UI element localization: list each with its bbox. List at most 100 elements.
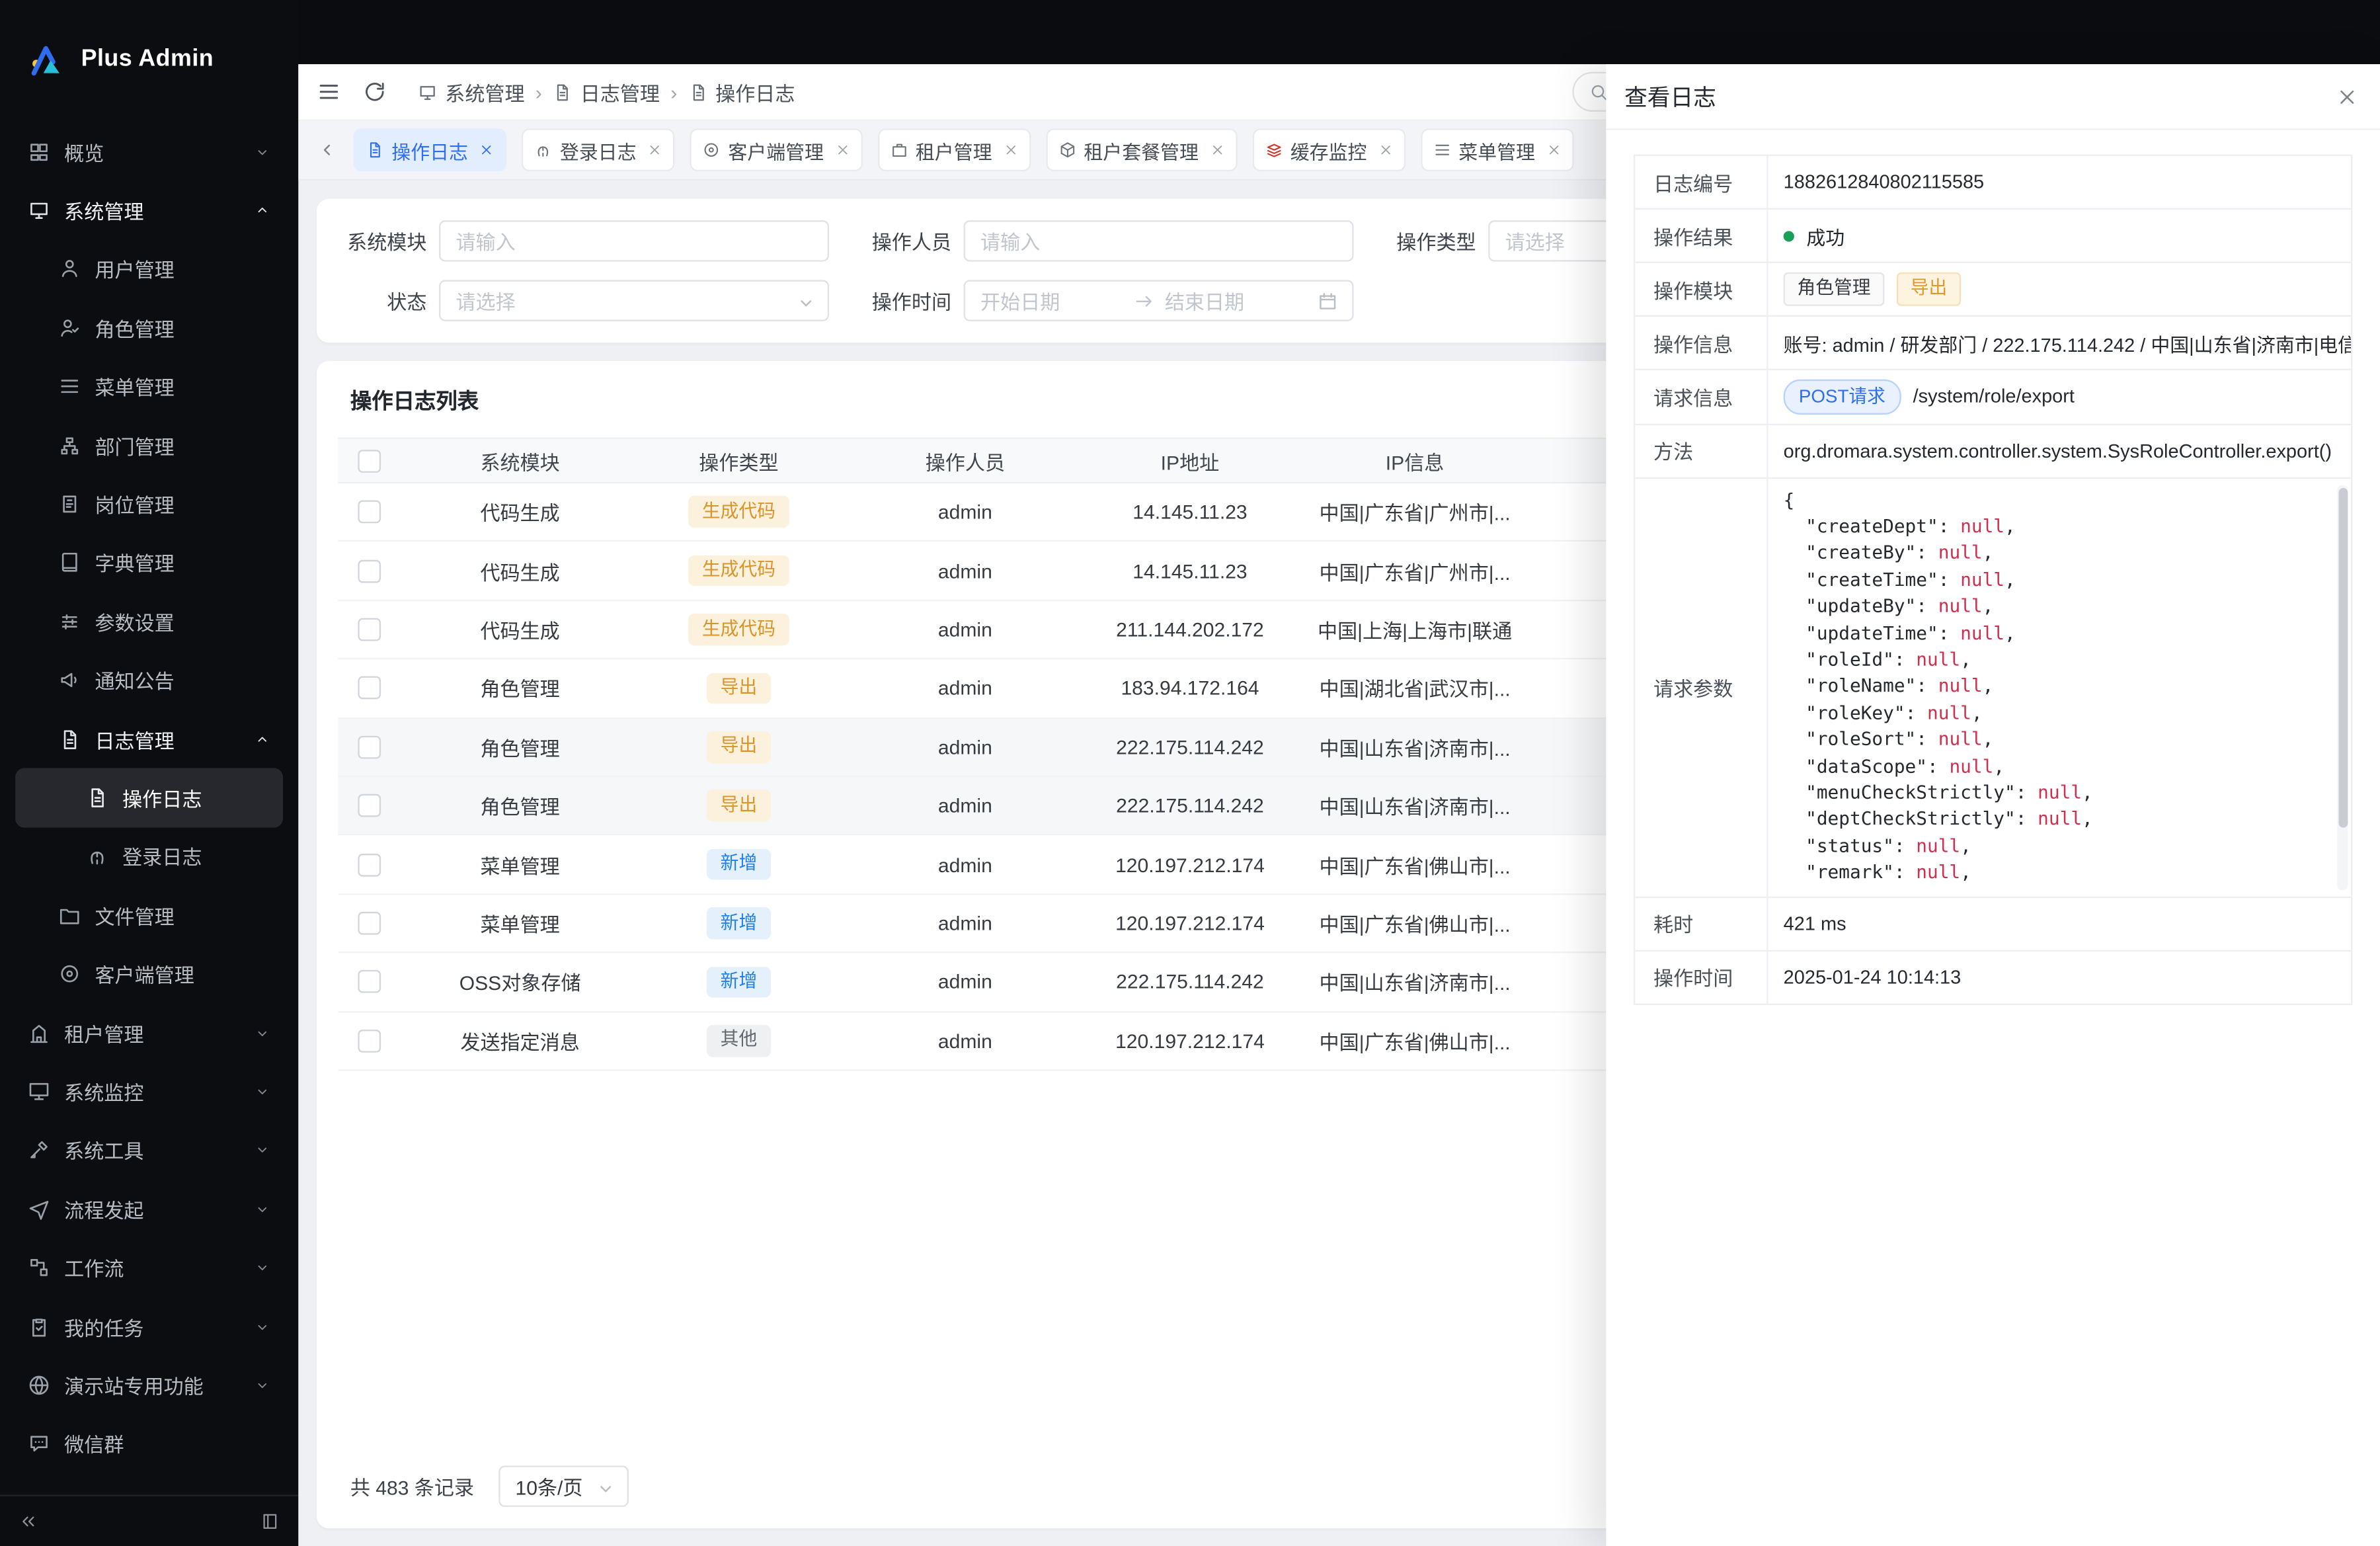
menu-toggle-button[interactable] <box>317 79 341 104</box>
filter-time: 操作时间 开始日期 结束日期 <box>866 280 1354 321</box>
sidebar-item[interactable]: 客户端管理 <box>15 945 283 1004</box>
code-scrollbar[interactable] <box>2337 484 2348 889</box>
cell-operator: admin <box>837 618 1094 641</box>
request-method-tag: POST请求 <box>1784 380 1901 414</box>
row-checkbox[interactable] <box>357 971 380 994</box>
tab-item[interactable]: 缓存监控 <box>1252 128 1405 171</box>
cell-type: 生成代码 <box>641 555 836 587</box>
refresh-button[interactable] <box>362 79 387 104</box>
sidebar-item[interactable]: 参数设置 <box>15 592 283 651</box>
code-scrollbar-thumb[interactable] <box>2338 487 2347 828</box>
code-line: "menuCheckStrictly": null, <box>1784 780 2336 807</box>
detail-row: 日志编号1882612840802115585 <box>1635 156 2351 210</box>
row-checkbox[interactable] <box>357 618 380 641</box>
row-checkbox[interactable] <box>357 676 380 700</box>
sidebar-item[interactable]: 部门管理 <box>15 416 283 475</box>
tab-close-icon[interactable] <box>479 142 494 157</box>
row-checkbox[interactable] <box>357 853 380 876</box>
sidebar-item[interactable]: 登录日志 <box>15 827 283 886</box>
json-key: "roleId" <box>1805 649 1894 670</box>
notice-icon <box>58 669 81 692</box>
tab-active[interactable]: 操作日志 <box>353 128 506 171</box>
collapse-sidebar-button[interactable] <box>19 1511 38 1531</box>
page-size-select[interactable]: 10条/页 <box>498 1465 629 1506</box>
row-checkbox[interactable] <box>357 559 380 583</box>
sidebar-item[interactable]: 菜单管理 <box>15 357 283 416</box>
drawer-close-button[interactable] <box>2336 85 2359 108</box>
sidebar-item-label: 通知公告 <box>95 666 174 695</box>
cell-ip-info: 中国|广东省|佛山市|... <box>1287 850 1544 879</box>
row-checkbox[interactable] <box>357 1029 380 1052</box>
tab-item[interactable]: 登录日志 <box>522 128 674 171</box>
sidebar-item[interactable]: 操作日志 <box>15 768 283 827</box>
sidebar-item[interactable]: 文件管理 <box>15 886 283 945</box>
filter-status-select[interactable]: 请选择 <box>439 280 829 321</box>
sidebar-item[interactable]: 演示站专用功能 <box>15 1356 283 1414</box>
filter-module: 系统模块 请输入 <box>341 220 829 261</box>
breadcrumb-label: 操作日志 <box>715 77 795 106</box>
filter-module-input[interactable]: 请输入 <box>439 220 829 261</box>
json-key: "dataScope" <box>1805 755 1927 776</box>
tab-close-icon[interactable] <box>1003 142 1018 157</box>
chevron-down-icon <box>254 1083 270 1100</box>
sidebar-item[interactable]: 我的任务 <box>15 1297 283 1356</box>
breadcrumb-item[interactable]: 日志管理 <box>553 77 660 106</box>
filter-time-range-input[interactable]: 开始日期 结束日期 <box>964 280 1354 321</box>
module-tag: 导出 <box>1897 272 1961 305</box>
operation-type-badge: 新增 <box>707 966 771 998</box>
chevron-left-icon <box>317 140 338 161</box>
tab-close-icon[interactable] <box>1378 142 1393 157</box>
code-line: "roleKey": null, <box>1784 700 2336 727</box>
code-line: "createDept": null, <box>1784 514 2336 540</box>
detail-value: 成功 <box>1768 210 2351 262</box>
sidebar-item[interactable]: 工作流 <box>15 1239 283 1297</box>
code-line: "updateBy": null, <box>1784 594 2336 620</box>
cell-type: 导出 <box>641 672 836 704</box>
sidebar-item[interactable]: 通知公告 <box>15 651 283 710</box>
tab-item[interactable]: 菜单管理 <box>1420 128 1573 171</box>
sidebar-item[interactable]: 系统工具 <box>15 1121 283 1180</box>
log-icon <box>553 82 573 102</box>
row-checkbox[interactable] <box>357 912 380 935</box>
breadcrumb-item[interactable]: 系统管理 <box>418 77 525 106</box>
sidebar-item[interactable]: 岗位管理 <box>15 475 283 534</box>
cell-type: 新增 <box>641 848 836 880</box>
json-key: "remark" <box>1805 862 1894 883</box>
sidebar-item[interactable]: 字典管理 <box>15 534 283 592</box>
breadcrumb-item[interactable]: 操作日志 <box>688 77 795 106</box>
json-null: null <box>2038 782 2082 803</box>
request-params-code: { "createDept": null, "createBy": null, … <box>1777 484 2335 889</box>
tab-close-icon[interactable] <box>1209 142 1224 157</box>
row-checkbox[interactable] <box>357 501 380 524</box>
sidebar-item[interactable]: 角色管理 <box>15 299 283 358</box>
system-icon <box>28 199 51 222</box>
sidebar-item[interactable]: 日志管理 <box>15 710 283 768</box>
sidebar-item[interactable]: 流程发起 <box>15 1180 283 1239</box>
tab-close-icon[interactable] <box>647 142 662 157</box>
sidebar-item[interactable]: 租户管理 <box>15 1003 283 1062</box>
tabs-scroll-left-button[interactable] <box>317 140 338 161</box>
sidebar-item[interactable]: 系统监控 <box>15 1062 283 1121</box>
row-checkbox[interactable] <box>357 735 380 758</box>
tab-item[interactable]: 租户管理 <box>877 128 1030 171</box>
tab-close-icon[interactable] <box>834 142 850 157</box>
cell-module: 角色管理 <box>399 674 641 703</box>
tab-item[interactable]: 客户端管理 <box>690 128 862 171</box>
logo[interactable]: Plus Admin <box>0 0 298 119</box>
request-url: /system/role/export <box>1913 386 2075 407</box>
cell-operator: admin <box>837 735 1094 758</box>
filter-operator-input[interactable]: 请输入 <box>964 220 1354 261</box>
row-checkbox[interactable] <box>357 794 380 817</box>
select-all-checkbox[interactable] <box>357 449 380 472</box>
sidebar-item[interactable]: 微信群 <box>15 1414 283 1473</box>
tab-close-icon[interactable] <box>1546 142 1561 157</box>
sidebar-item[interactable]: 系统管理 <box>15 181 283 240</box>
detail-label: 操作信息 <box>1635 317 1768 369</box>
chevron-down-icon <box>254 1201 270 1217</box>
param-icon <box>58 610 81 633</box>
row-checkbox-cell <box>338 1029 399 1052</box>
sidebar-item[interactable]: 概览 <box>15 122 283 181</box>
pin-sidebar-button[interactable] <box>260 1511 280 1531</box>
sidebar-item[interactable]: 用户管理 <box>15 240 283 299</box>
tab-item[interactable]: 租户套餐管理 <box>1046 128 1237 171</box>
